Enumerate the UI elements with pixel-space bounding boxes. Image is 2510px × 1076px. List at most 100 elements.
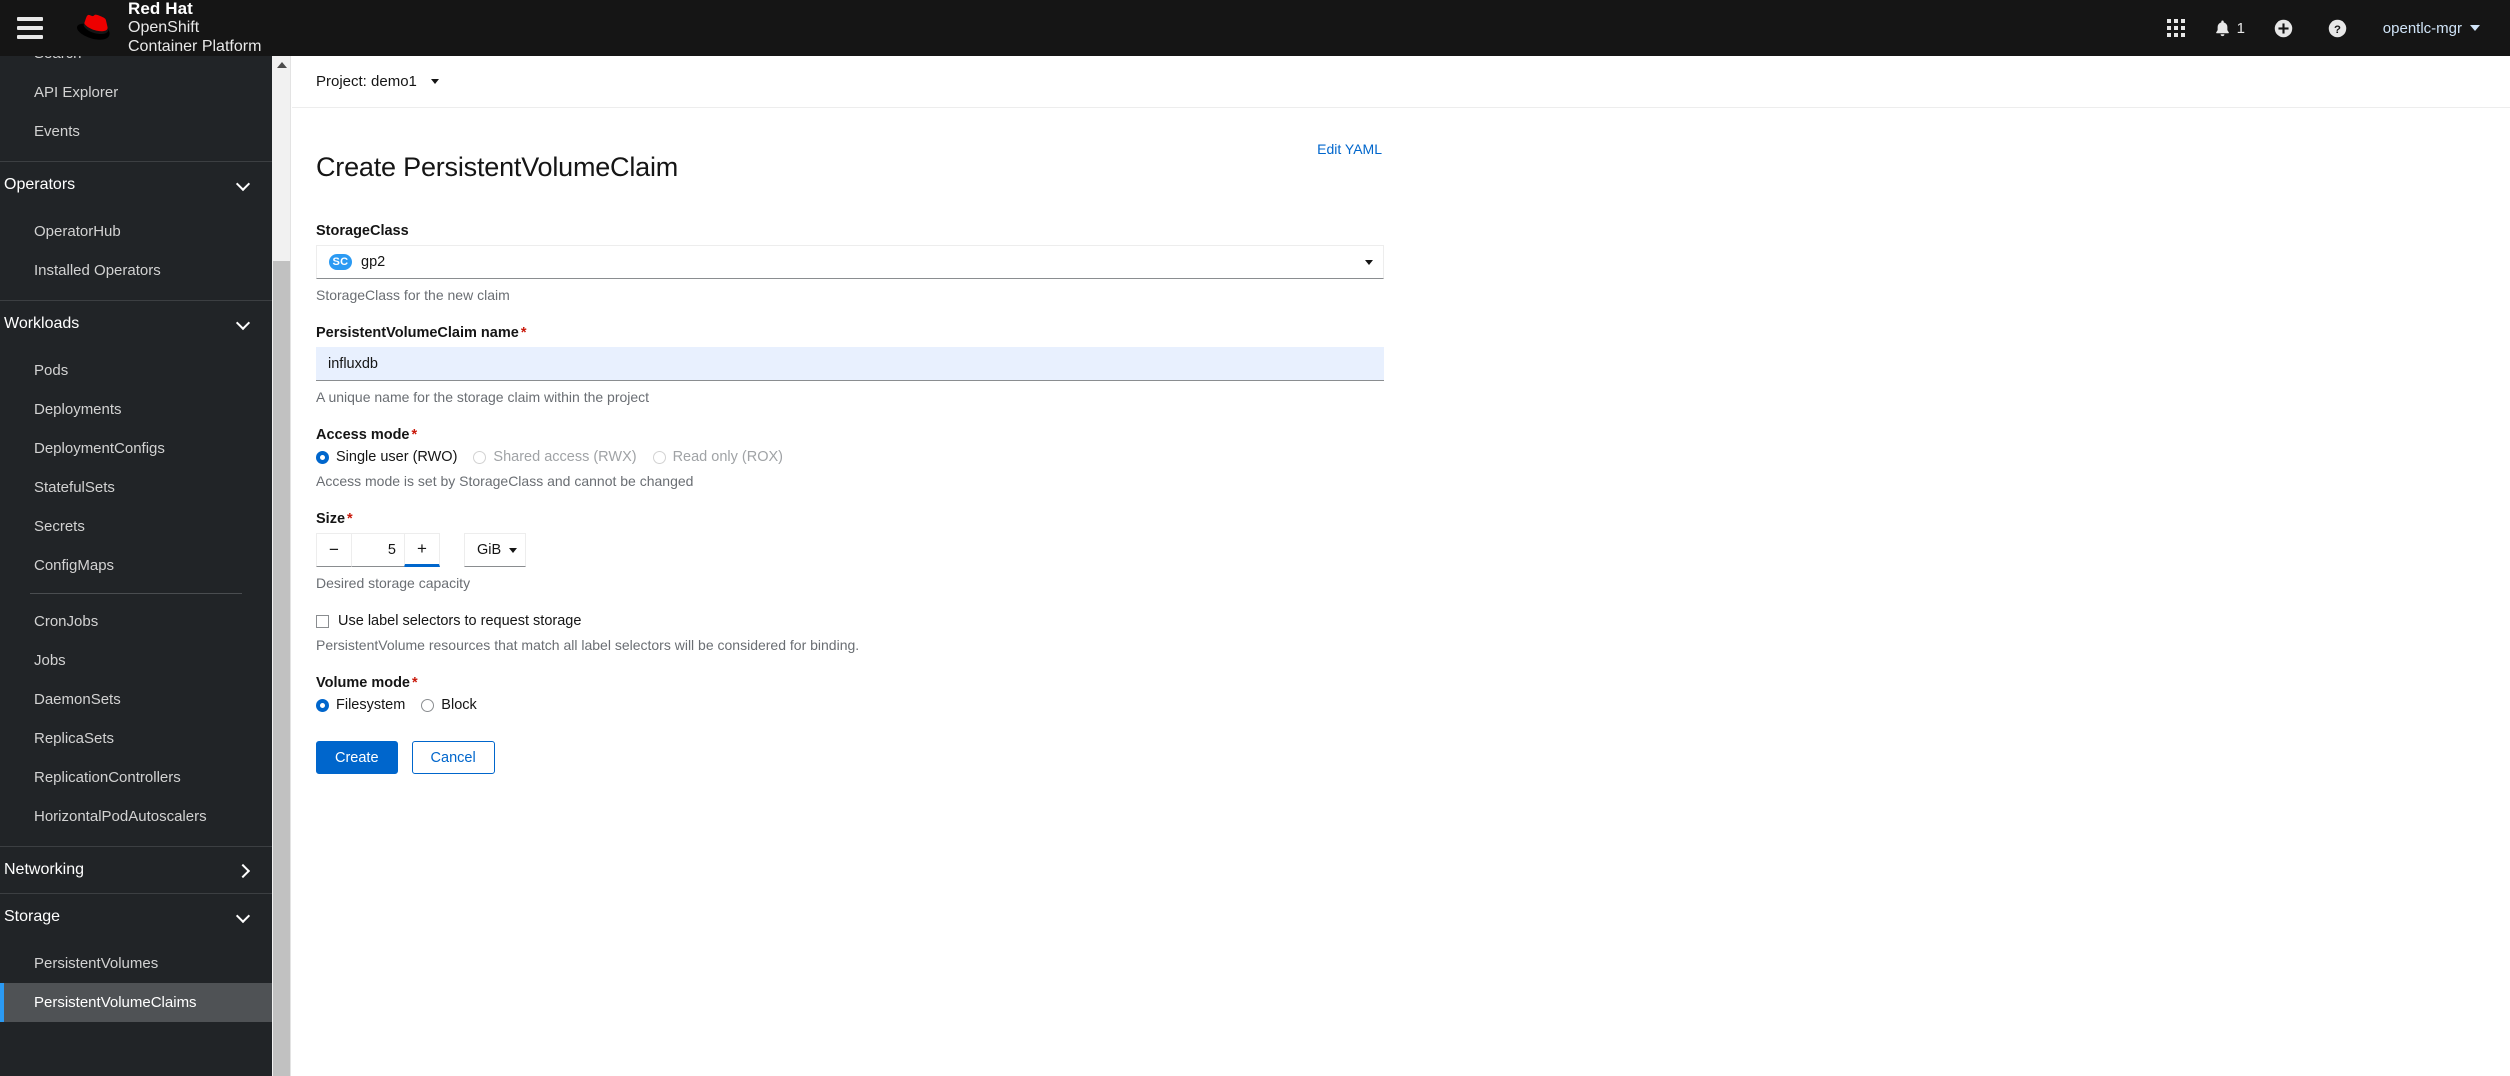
sidebar-sublist-operators: OperatorHub Installed Operators	[0, 208, 272, 300]
sidebar-item-deployments[interactable]: Deployments	[0, 390, 272, 429]
cancel-button[interactable]: Cancel	[411, 741, 495, 775]
chevron-down-icon	[509, 547, 517, 553]
pvc-name-helper-text: A unique name for the storage claim with…	[316, 389, 650, 406]
bell-icon	[2215, 20, 2229, 36]
app-grid-button[interactable]	[2149, 0, 2203, 56]
sidebar-item-pods[interactable]: Pods	[0, 351, 272, 390]
access-mode-options: Single user (RWO) Shared access (RWX) Re…	[316, 449, 1384, 465]
sidebar-item-horizontalpodautoscalers[interactable]: HorizontalPodAutoscalers	[0, 797, 272, 836]
size-label-text: Size	[316, 511, 346, 528]
scrollbar-thumb[interactable]	[273, 261, 290, 1076]
pvc-name-label-text: PersistentVolumeClaim name	[316, 325, 519, 342]
radio-icon	[316, 450, 329, 464]
size-stepper: − 5 +	[316, 533, 440, 568]
scroll-up-arrow-icon[interactable]	[277, 62, 287, 68]
chevron-right-icon	[237, 864, 250, 877]
sidebar-item-persistentvolumeclaims[interactable]: PersistentVolumeClaims	[0, 983, 272, 1022]
pvc-name-input[interactable]	[316, 347, 1384, 382]
masthead: Red Hat OpenShift Container Platform 1 ?…	[0, 0, 2510, 56]
access-mode-label: Access mode *	[316, 427, 1384, 443]
label-selectors-helper-text: PersistentVolume resources that match al…	[316, 637, 860, 654]
help-button[interactable]: ?	[2311, 0, 2365, 56]
access-mode-option-rwx: Shared access (RWX)	[473, 449, 637, 466]
red-hat-logo-icon	[77, 14, 110, 40]
notifications-button[interactable]: 1	[2203, 0, 2257, 56]
sidebar-item-secrets[interactable]: Secrets	[0, 507, 272, 546]
user-menu-label: opentlc-mgr	[2382, 19, 2462, 37]
pvc-name-label: PersistentVolumeClaim name *	[316, 325, 1384, 341]
label-selectors-checkbox-row[interactable]: Use label selectors to request storage	[316, 613, 1384, 629]
user-menu[interactable]: opentlc-mgr	[2365, 0, 2488, 56]
chevron-down-icon	[430, 79, 439, 84]
size-label: Size *	[316, 511, 1384, 527]
storageclass-badge: SC	[329, 254, 352, 271]
size-unit-select[interactable]: GiB	[464, 533, 526, 568]
sidebar-nav: SearchAPI ExplorerEventsOperatorsOperato…	[0, 56, 272, 1076]
create-button[interactable]: Create	[316, 741, 398, 775]
storageclass-selected-value: gp2	[361, 254, 386, 271]
masthead-actions: 1 ? opentlc-mgr	[2149, 0, 2510, 56]
required-marker: *	[411, 427, 418, 444]
project-selector[interactable]: Project: demo1	[316, 73, 439, 90]
sidebar-item-deploymentconfigs[interactable]: DeploymentConfigs	[0, 429, 272, 468]
sidebar-item-api-explorer[interactable]: API Explorer	[0, 73, 272, 112]
size-unit-value: GiB	[477, 542, 502, 559]
sidebar-item-cronjobs[interactable]: CronJobs	[0, 602, 272, 641]
sidebar-section-label: Workloads	[4, 315, 80, 332]
volume-mode-option-label: Filesystem	[336, 697, 406, 714]
access-mode-option-label: Shared access (RWX)	[493, 449, 637, 466]
sidebar-scroll-content: SearchAPI ExplorerEventsOperatorsOperato…	[0, 56, 272, 1032]
sidebar-item-replicasets[interactable]: ReplicaSets	[0, 719, 272, 758]
size-helper-text: Desired storage capacity	[316, 575, 471, 592]
sidebar-item-statefulsets[interactable]: StatefulSets	[0, 468, 272, 507]
sidebar-section-header-operators[interactable]: Operators	[0, 162, 272, 208]
volume-mode-label-text: Volume mode	[316, 675, 410, 692]
form-actions: Create Cancel	[316, 741, 1384, 775]
sidebar-item-operatorhub[interactable]: OperatorHub	[0, 212, 272, 251]
sidebar-item-replicationcontrollers[interactable]: ReplicationControllers	[0, 758, 272, 797]
project-bar: Project: demo1	[292, 56, 2510, 108]
volume-mode-field: Volume mode * Filesystem Block	[316, 675, 1384, 713]
label-selectors-label: Use label selectors to request storage	[338, 613, 582, 630]
sidebar-sublist-home: SearchAPI ExplorerEvents	[0, 56, 272, 161]
storageclass-select[interactable]: SC gp2	[316, 245, 1384, 280]
sidebar-item-persistentvolumes[interactable]: PersistentVolumes	[0, 944, 272, 983]
size-value[interactable]: 5	[352, 533, 404, 568]
question-circle-icon: ?	[2329, 19, 2347, 37]
sidebar-section-header-workloads[interactable]: Workloads	[0, 301, 272, 347]
volume-mode-option-filesystem[interactable]: Filesystem	[316, 697, 405, 713]
chevron-down-icon	[237, 179, 250, 192]
sidebar-item-jobs[interactable]: Jobs	[0, 641, 272, 680]
radio-icon	[473, 450, 487, 464]
sidebar-sublist-storage: PersistentVolumes PersistentVolumeClaims	[0, 940, 272, 1032]
access-mode-option-rwo[interactable]: Single user (RWO)	[316, 449, 457, 465]
sidebar-section-header-networking[interactable]: Networking	[0, 847, 272, 893]
chevron-down-icon	[237, 911, 250, 924]
pvc-create-form: StorageClass SC gp2 StorageClass for the…	[292, 201, 1384, 775]
project-selector-label: Project: demo1	[316, 73, 417, 90]
sidebar-item-daemonsets[interactable]: DaemonSets	[0, 680, 272, 719]
sidebar-scrollbar[interactable]	[272, 56, 291, 1076]
brand-line-redhat: Red Hat	[128, 0, 193, 19]
size-increment-button[interactable]: +	[404, 533, 440, 568]
sidebar-section-workloads: Workloads Pods Deployments DeploymentConfig…	[0, 301, 272, 847]
add-button[interactable]	[2257, 0, 2311, 56]
size-decrement-button[interactable]: −	[316, 533, 352, 568]
edit-yaml-link[interactable]: Edit YAML	[1317, 134, 1382, 157]
access-mode-label-text: Access mode	[316, 427, 410, 444]
sidebar-item-events[interactable]: Events	[0, 112, 272, 151]
sidebar-item-search[interactable]: Search	[0, 56, 272, 73]
volume-mode-option-block[interactable]: Block	[421, 697, 477, 713]
sidebar-section-storage: Storage PersistentVolumes PersistentVolume…	[0, 894, 272, 1032]
storageclass-label: StorageClass	[316, 223, 409, 240]
sidebar-item-installed-operators[interactable]: Installed Operators	[0, 251, 272, 290]
sidebar-section-networking: Networking	[0, 847, 272, 894]
brand-logo[interactable]: Red Hat OpenShift Container Platform	[76, 0, 261, 56]
required-marker: *	[520, 325, 527, 342]
sidebar-item-configmaps[interactable]: ConfigMaps	[0, 546, 272, 585]
sidebar-section-header-storage[interactable]: Storage	[0, 894, 272, 940]
hamburger-icon[interactable]	[2, 0, 58, 56]
sidebar-divider	[30, 593, 242, 594]
volume-mode-label: Volume mode *	[316, 675, 1384, 691]
storageclass-field: StorageClass SC gp2 StorageClass for the…	[316, 223, 1384, 303]
